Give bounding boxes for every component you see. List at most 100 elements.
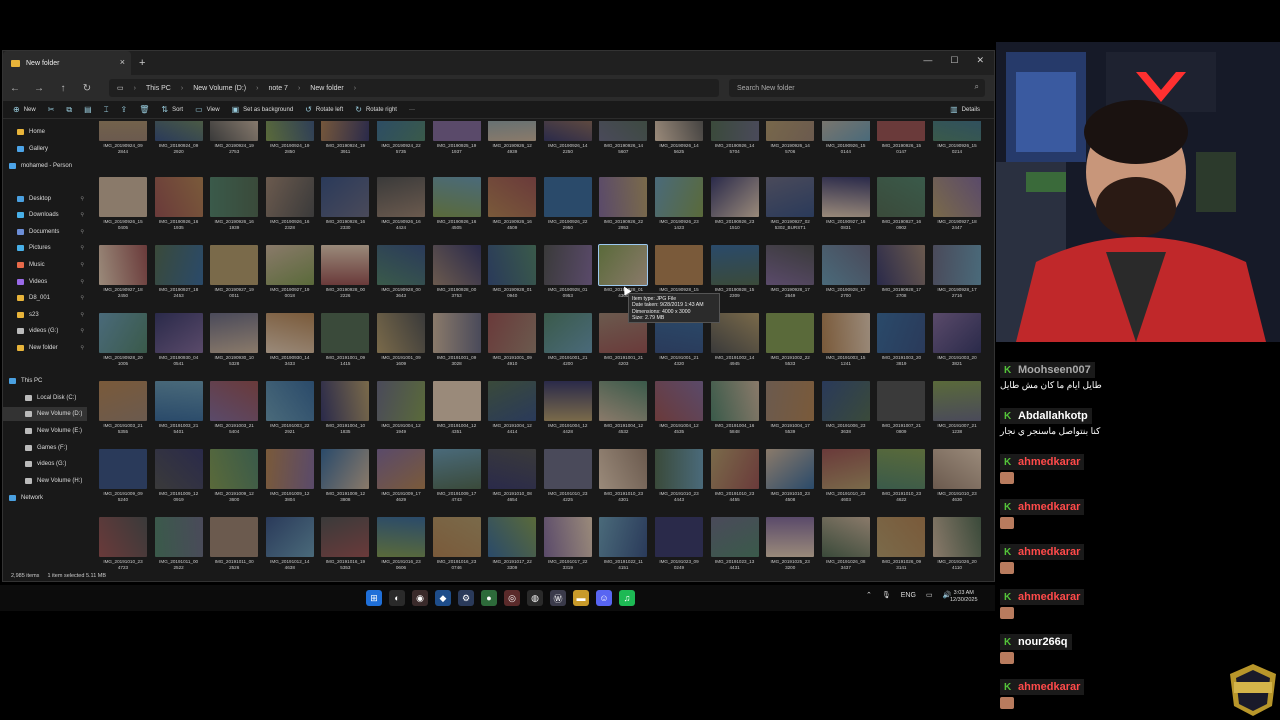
file-item[interactable]: IMG_20190926_14 2250: [542, 121, 594, 161]
crumb-volume-d[interactable]: New Volume (D:): [193, 85, 246, 92]
file-item[interactable]: IMG_20190924_09 2920: [153, 121, 205, 161]
file-item[interactable]: IMG_20191003_21 5401: [153, 379, 205, 441]
file-item[interactable]: IMG_20190927_16 0831: [820, 175, 872, 237]
rotate-right-button[interactable]: ↻ Rotate right: [355, 105, 397, 114]
file-item[interactable]: IMG_20191003_20 3819: [875, 311, 927, 373]
file-item[interactable]: IMG_20191003_15 1241: [820, 311, 872, 373]
file-item[interactable]: IMG_20191010_23 4630: [931, 447, 983, 509]
file-item[interactable]: IMG_20190927_18 2453: [153, 243, 205, 305]
sidebar-item[interactable]: Music ⚲: [3, 258, 87, 272]
file-item[interactable]: IMG_20191001_21 4200: [542, 311, 594, 373]
file-item[interactable]: IMG_20190928_01 0953: [542, 243, 594, 305]
file-item[interactable]: IMG_20191010_23 4443: [653, 447, 705, 509]
details-button[interactable]: ▥ Details: [950, 105, 980, 114]
new-button[interactable]: ⊕ New: [13, 105, 36, 114]
file-item[interactable]: IMG_20191001_09 1609: [375, 311, 427, 373]
sidebar-item[interactable]: New Volume (E:): [3, 424, 87, 438]
file-item[interactable]: IMG_20190924_19 2850: [264, 121, 316, 161]
file-item[interactable]: IMG_20190927_16 0902: [875, 175, 927, 237]
file-item[interactable]: IMG_20190930_04 0541: [153, 311, 205, 373]
file-item[interactable]: IMG_20190927_18 2450: [97, 243, 149, 305]
file-item[interactable]: IMG_20190928_00 2226: [319, 243, 371, 305]
chevron-up-icon[interactable]: ⌃: [866, 591, 872, 599]
breadcrumb[interactable]: ▭ › This PC › New Volume (D:) › note 7 ›…: [109, 79, 719, 97]
rename-button[interactable]: ⌶: [104, 105, 109, 115]
file-item[interactable]: IMG_20191004_12 4414: [486, 379, 538, 441]
file-item[interactable]: IMG_20190926_15 0144: [820, 121, 872, 161]
file-item[interactable]: IMG_20190928_17 2700: [820, 243, 872, 305]
cut-button[interactable]: ✂: [48, 105, 55, 114]
search-input[interactable]: Search New folder ⌕: [729, 79, 985, 97]
minimize-button[interactable]: —: [923, 55, 932, 66]
close-window-button[interactable]: ✕: [976, 55, 984, 66]
file-explorer-icon[interactable]: ▬: [573, 590, 589, 606]
file-item[interactable]: IMG_20191026_08 3437: [820, 515, 872, 569]
delete-button[interactable]: 🗑: [139, 105, 149, 114]
file-item[interactable]: IMG_20191004_12 4428: [542, 379, 594, 441]
file-item[interactable]: IMG_20190926_15 0405: [97, 175, 149, 237]
file-item[interactable]: IMG_20191007_21 1238: [931, 379, 983, 441]
file-item[interactable]: IMG_20190927_19 0018: [264, 243, 316, 305]
sidebar-item[interactable]: Gallery: [3, 142, 87, 156]
crumb-note7[interactable]: note 7: [268, 85, 287, 92]
file-item[interactable]: IMG_20191003_20 3821: [931, 311, 983, 373]
crumb-this-pc[interactable]: This PC: [146, 85, 171, 92]
file-item[interactable]: IMG_20191016_23 0606: [375, 515, 427, 569]
sidebar-item[interactable]: Local Disk (C:): [3, 391, 87, 405]
wallet-icon[interactable]: Ⓦ: [550, 590, 566, 606]
close-tab-icon[interactable]: ×: [120, 57, 125, 67]
file-item[interactable]: IMG_20191009_12 3600: [208, 447, 260, 509]
file-item[interactable]: IMG_20190926_16 2330: [319, 175, 371, 237]
sidebar-item[interactable]: New Volume (H:): [3, 474, 87, 488]
file-item[interactable]: IMG_20191009_17 4629: [375, 447, 427, 509]
file-item[interactable]: IMG_20191010_23 4622: [875, 447, 927, 509]
file-item[interactable]: IMG_20191004_16 5848: [709, 379, 761, 441]
chrome-icon[interactable]: ●: [481, 590, 497, 606]
language-indicator[interactable]: ENG: [901, 592, 916, 599]
tab-new-folder[interactable]: New folder ×: [3, 51, 131, 75]
file-item[interactable]: IMG_20191003_21 5404: [208, 379, 260, 441]
more-options-button[interactable]: ···: [409, 107, 415, 113]
file-item[interactable]: IMG_20191004_12 1949: [375, 379, 427, 441]
file-item[interactable]: IMG_20190926_16 1935: [153, 175, 205, 237]
file-item[interactable]: IMG_20190926_15 0147: [875, 121, 927, 161]
forward-icon[interactable]: →: [27, 83, 51, 94]
file-item[interactable]: IMG_20191004_10 1835: [319, 379, 371, 441]
file-item[interactable]: IMG_20190926_14 5625: [653, 121, 705, 161]
file-item[interactable]: IMG_20191017_22 3319: [542, 515, 594, 569]
epic-icon[interactable]: ◍: [527, 590, 543, 606]
file-item[interactable]: IMG_20191010_23 4508: [764, 447, 816, 509]
file-item[interactable]: IMG_20191011_00 2526: [208, 515, 260, 569]
paste-button[interactable]: ▤: [84, 105, 92, 114]
file-item[interactable]: IMG_20190926_16 2328: [264, 175, 316, 237]
file-item[interactable]: IMG_20190926_16 4505: [431, 175, 483, 237]
file-item[interactable]: IMG_20190926_14 5706: [764, 121, 816, 161]
file-item[interactable]: IMG_20191025_23 3200: [764, 515, 816, 569]
new-tab-button[interactable]: +: [139, 57, 145, 69]
sidebar-item[interactable]: Desktop ⚲: [3, 192, 87, 206]
file-item[interactable]: IMG_20190928_17 2708: [875, 243, 927, 305]
sidebar-item[interactable]: This PC: [3, 374, 87, 388]
file-item[interactable]: IMG_20190926_23 1510: [709, 175, 761, 237]
file-item[interactable]: IMG_20191010_23 4723: [97, 515, 149, 569]
file-item[interactable]: IMG_20190928_17 2716: [931, 243, 983, 305]
file-item[interactable]: IMG_20191004_12 4532: [597, 379, 649, 441]
file-item[interactable]: IMG_20190928_17 2649: [764, 243, 816, 305]
sidebar-item[interactable]: Documents ⚲: [3, 225, 87, 239]
discord-icon[interactable]: ☺: [596, 590, 612, 606]
file-item[interactable]: IMG_20191010_23 4301: [597, 447, 649, 509]
file-item[interactable]: IMG_20190928_01 0940: [486, 243, 538, 305]
file-item[interactable]: IMG_20191026_09 3141: [875, 515, 927, 569]
file-item[interactable]: IMG_20190924_22 5735: [375, 121, 427, 161]
refresh-icon[interactable]: ↻: [75, 83, 99, 94]
view-button[interactable]: ▭ View: [195, 105, 219, 114]
file-item[interactable]: IMG_20191016_19 5353: [319, 515, 371, 569]
file-item[interactable]: IMG_20190927_18 2447: [931, 175, 983, 237]
rotate-left-button[interactable]: ↺ Rotate left: [305, 105, 343, 114]
clock[interactable]: 3:03 AM 12/30/2025: [950, 590, 978, 604]
file-item[interactable]: IMG_20191007_21 0809: [875, 379, 927, 441]
spotify-icon[interactable]: ♫: [619, 590, 635, 606]
back-icon[interactable]: ←: [3, 83, 27, 94]
sidebar-item[interactable]: New folder ⚲: [3, 341, 87, 355]
file-item[interactable]: IMG_20191003_21 5355: [97, 379, 149, 441]
